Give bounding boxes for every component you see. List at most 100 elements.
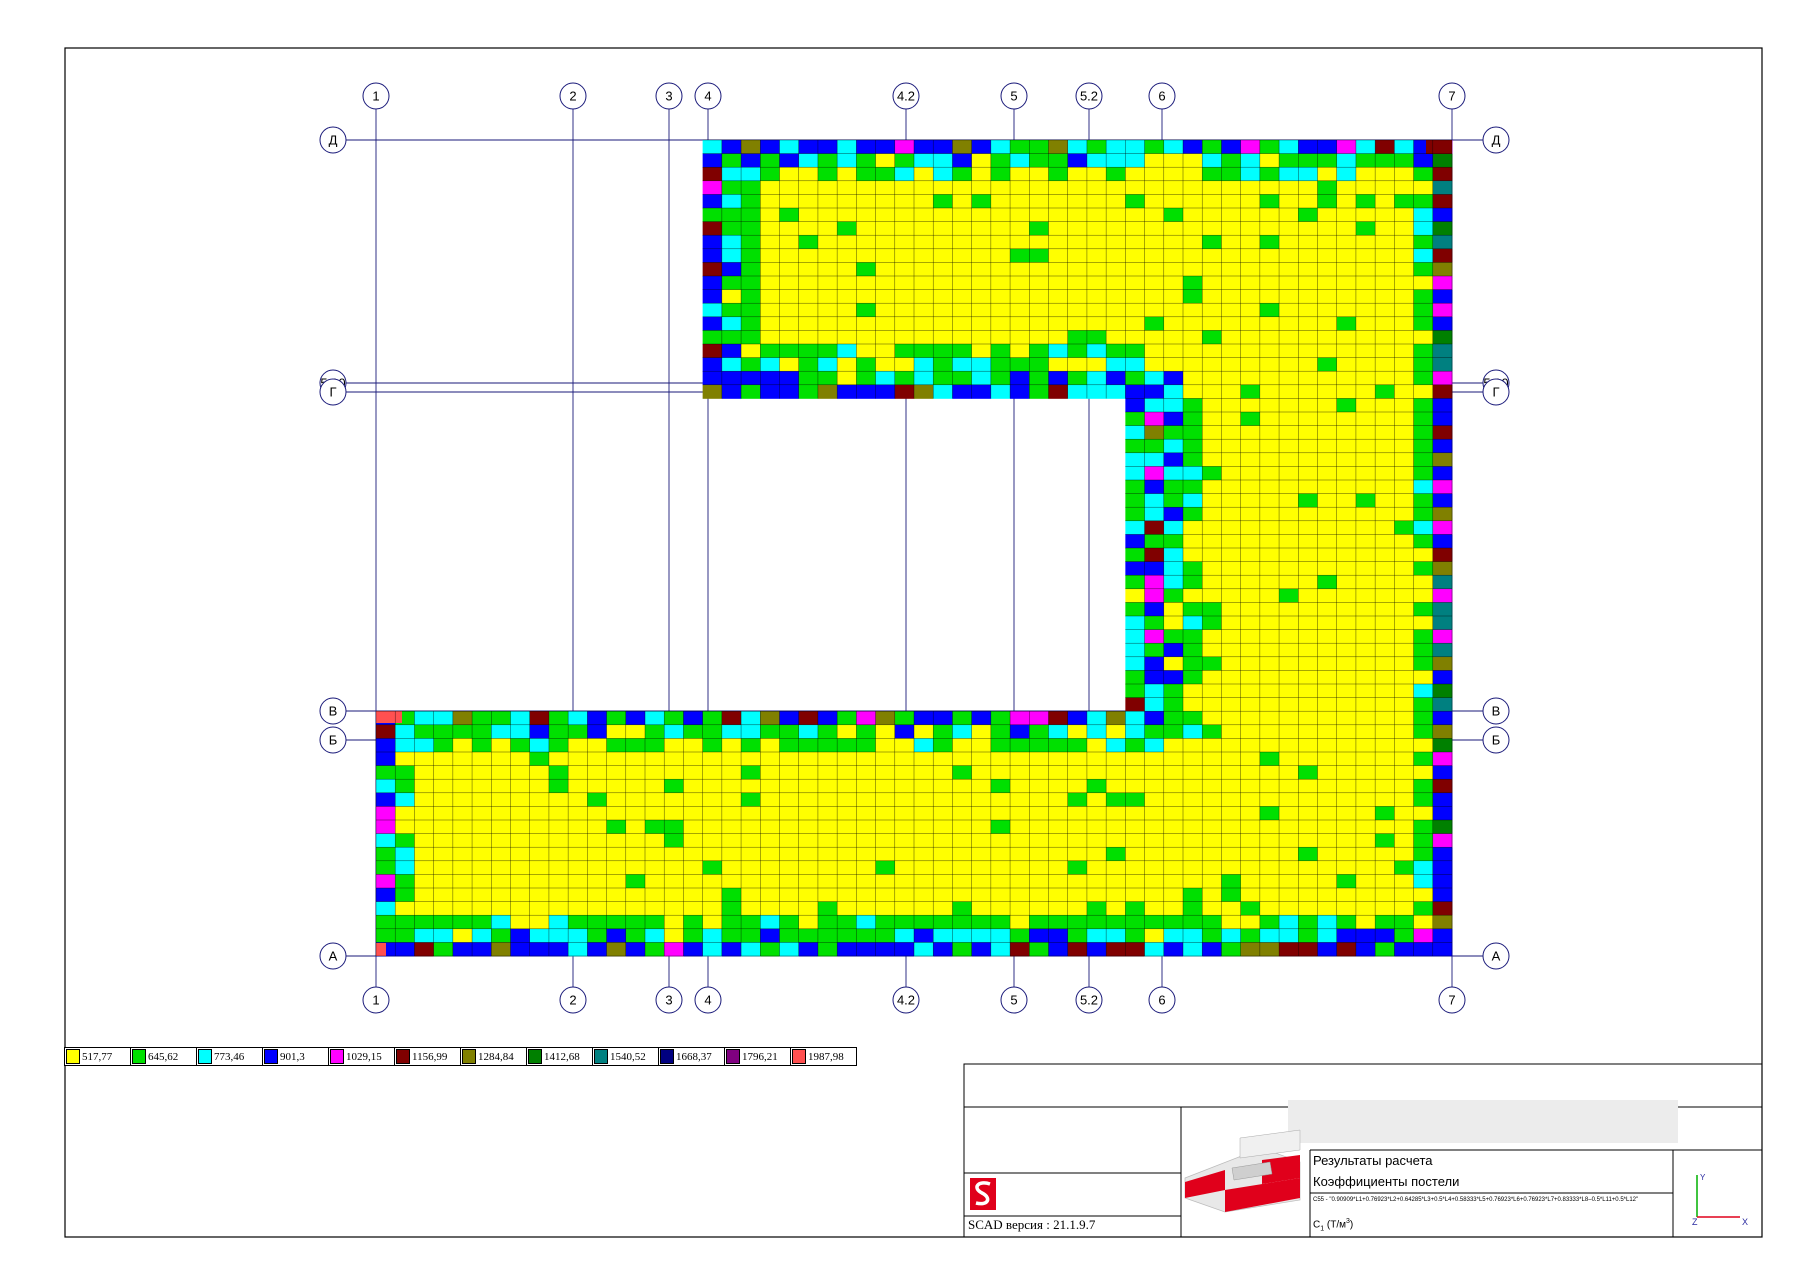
axis-bubble-left-Д: Д xyxy=(319,126,347,154)
legend-swatch xyxy=(396,1049,410,1064)
svg-text:5: 5 xyxy=(1010,89,1017,104)
legend-swatch xyxy=(726,1049,740,1064)
axis-bubble-top-4: 4 xyxy=(694,82,722,110)
legend-value: 1284,84 xyxy=(478,1050,514,1063)
legend-swatch xyxy=(660,1049,674,1064)
legend-entry: 1029,15 xyxy=(329,1048,395,1065)
legend-swatch xyxy=(462,1049,476,1064)
svg-text:Д: Д xyxy=(329,133,338,148)
svg-text:7: 7 xyxy=(1448,89,1455,104)
legend-swatch xyxy=(264,1049,278,1064)
axis-bubble-left-В: В xyxy=(319,697,347,725)
svg-text:Г: Г xyxy=(1492,385,1499,400)
axis-bubble-top-6: 6 xyxy=(1148,82,1176,110)
svg-text:2: 2 xyxy=(569,993,576,1008)
legend-value: 645,62 xyxy=(148,1050,179,1063)
legend-entry: 1796,21 xyxy=(725,1048,791,1065)
svg-text:В: В xyxy=(1492,704,1501,719)
svg-text:2: 2 xyxy=(569,89,576,104)
axis-bubble-bottom-2: 2 xyxy=(559,986,587,1014)
legend-swatch xyxy=(330,1049,344,1064)
axis-bubble-right-Б: Б xyxy=(1482,726,1510,754)
scad-logo xyxy=(970,1178,996,1210)
legend-swatch xyxy=(132,1049,146,1064)
legend-entry: 1540,52 xyxy=(593,1048,659,1065)
title-line-2: Коэффициенты постели xyxy=(1313,1174,1460,1189)
svg-text:В: В xyxy=(329,704,338,719)
axis-bubble-top-1: 1 xyxy=(362,82,390,110)
legend-value: 1540,52 xyxy=(610,1050,646,1063)
svg-text:А: А xyxy=(1492,949,1501,964)
svg-text:1: 1 xyxy=(372,993,379,1008)
legend-entry: 517,77 xyxy=(65,1048,131,1065)
drawing-sheet: 112233444.24.2555.25.26677ДД5.105.10ГГВВ… xyxy=(64,47,1763,1238)
title-line-1: Результаты расчета xyxy=(1313,1153,1433,1168)
load-combination: C55 - "0.90909*L1+0.76923*L2+0.64285*L3+… xyxy=(1313,1197,1639,1203)
svg-text:4.2: 4.2 xyxy=(897,993,915,1008)
legend-swatch xyxy=(792,1049,806,1064)
legend-value: 1156,99 xyxy=(412,1050,448,1063)
axis-bubble-top-5: 5 xyxy=(1000,82,1028,110)
svg-text:Б: Б xyxy=(1492,733,1501,748)
legend-swatch xyxy=(594,1049,608,1064)
axis-bubble-bottom-6: 6 xyxy=(1148,986,1176,1014)
legend-entry: 773,46 xyxy=(197,1048,263,1065)
svg-text:4: 4 xyxy=(704,89,711,104)
axis-bubble-right-Д: Д xyxy=(1482,126,1510,154)
legend-value: 1987,98 xyxy=(808,1050,844,1063)
legend-value: 1412,68 xyxy=(544,1050,580,1063)
legend-swatch xyxy=(528,1049,542,1064)
axis-bubble-top-7: 7 xyxy=(1438,82,1466,110)
units-label: C1 (Т/м3) xyxy=(1313,1218,1354,1233)
svg-text:А: А xyxy=(329,949,338,964)
axis-bubble-left-Г: Г xyxy=(319,378,347,406)
axis-bubble-right-В: В xyxy=(1482,697,1510,725)
axis-z-label: Z xyxy=(1692,1217,1698,1227)
redacted-area xyxy=(1288,1100,1678,1143)
axis-bubble-bottom-1: 1 xyxy=(362,986,390,1014)
axis-bubble-top-2: 2 xyxy=(559,82,587,110)
axis-bubble-bottom-7: 7 xyxy=(1438,986,1466,1014)
legend-value: 1796,21 xyxy=(742,1050,778,1063)
axis-bubble-bottom-3: 3 xyxy=(655,986,683,1014)
legend-value: 773,46 xyxy=(214,1050,245,1063)
color-legend: 517,77 645,62 773,46 901,3 1029,15 1156,99 128… xyxy=(64,1047,857,1066)
svg-text:6: 6 xyxy=(1158,993,1165,1008)
svg-text:3: 3 xyxy=(665,89,672,104)
svg-text:6: 6 xyxy=(1158,89,1165,104)
axis-bubble-bottom-4.2: 4.2 xyxy=(892,986,920,1014)
legend-entry: 645,62 xyxy=(131,1048,197,1065)
svg-text:7: 7 xyxy=(1448,993,1455,1008)
legend-swatch xyxy=(66,1049,80,1064)
axis-bubble-bottom-5.2: 5.2 xyxy=(1075,986,1103,1014)
legend-entry: 1156,99 xyxy=(395,1048,461,1065)
svg-text:5: 5 xyxy=(1010,993,1017,1008)
axis-bubble-top-3: 3 xyxy=(655,82,683,110)
legend-swatch xyxy=(198,1049,212,1064)
legend-value: 517,77 xyxy=(82,1050,113,1063)
legend-entry: 1412,68 xyxy=(527,1048,593,1065)
legend-entry: 1284,84 xyxy=(461,1048,527,1065)
axis-x-label: X xyxy=(1742,1217,1749,1227)
legend-value: 1668,37 xyxy=(676,1050,712,1063)
legend-entry: 901,3 xyxy=(263,1048,329,1065)
svg-text:Г: Г xyxy=(329,385,336,400)
axis-bubble-right-Г: Г xyxy=(1482,378,1510,406)
svg-text:5.2: 5.2 xyxy=(1080,993,1098,1008)
svg-text:5.2: 5.2 xyxy=(1080,89,1098,104)
axis-bubble-top-4.2: 4.2 xyxy=(892,82,920,110)
axis-bubble-bottom-5: 5 xyxy=(1000,986,1028,1014)
scad-version: SCAD версия : 21.1.9.7 xyxy=(968,1217,1096,1232)
svg-text:1: 1 xyxy=(372,89,379,104)
svg-text:4.2: 4.2 xyxy=(897,89,915,104)
legend-entry: 1987,98 xyxy=(791,1048,856,1065)
legend-value: 901,3 xyxy=(280,1050,305,1063)
axis-bubble-right-А: А xyxy=(1482,942,1510,970)
svg-text:4: 4 xyxy=(704,993,711,1008)
axis-y-label: Y xyxy=(1700,1173,1706,1182)
svg-text:Д: Д xyxy=(1492,133,1501,148)
legend-value: 1029,15 xyxy=(346,1050,382,1063)
svg-text:3: 3 xyxy=(665,993,672,1008)
axis-bubble-left-А: А xyxy=(319,942,347,970)
svg-text:Б: Б xyxy=(329,733,338,748)
